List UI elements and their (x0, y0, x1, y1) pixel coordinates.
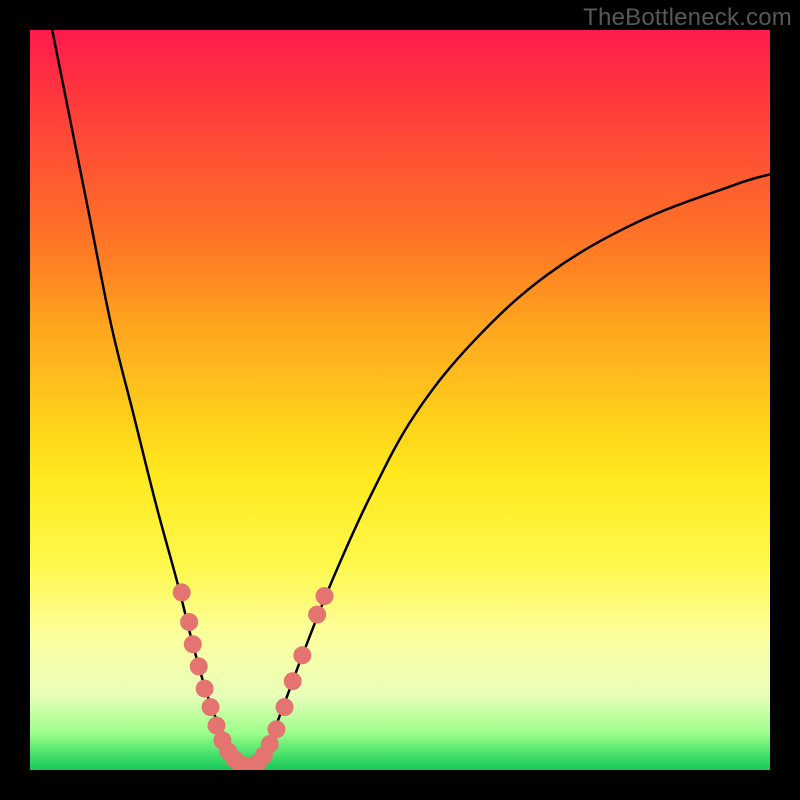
chart-frame: TheBottleneck.com (0, 0, 800, 800)
plot-area (30, 30, 770, 770)
highlight-dot (316, 587, 334, 605)
curve-svg (30, 30, 770, 770)
bottleneck-curve (52, 30, 770, 768)
highlight-dot (180, 613, 198, 631)
highlight-dot (190, 657, 208, 675)
highlight-dot (184, 635, 202, 653)
highlight-dot (202, 698, 220, 716)
highlight-dots (173, 583, 334, 770)
highlight-dot (293, 646, 311, 664)
highlight-dot (196, 680, 214, 698)
highlight-dot (276, 698, 294, 716)
watermark-text: TheBottleneck.com (583, 4, 792, 32)
highlight-dot (308, 606, 326, 624)
highlight-dot (173, 583, 191, 601)
highlight-dot (284, 672, 302, 690)
highlight-dot (267, 720, 285, 738)
